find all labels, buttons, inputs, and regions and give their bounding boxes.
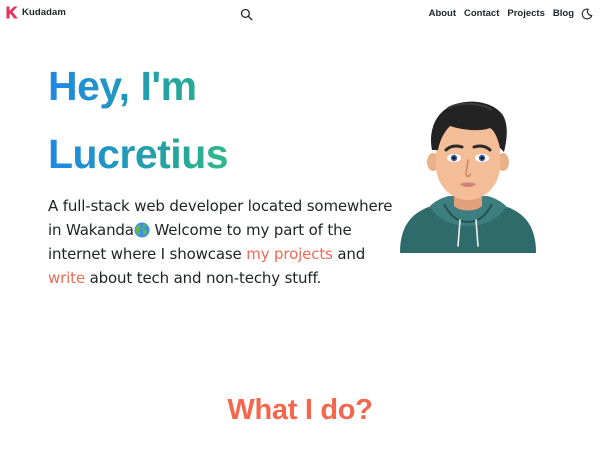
what-i-do-heading: What I do? <box>227 394 373 426</box>
intro-paragraph: A full-stack web developer located somew… <box>48 194 393 290</box>
brand-link[interactable]: Kudadam <box>6 6 66 19</box>
globe-icon <box>134 222 150 238</box>
projects-link[interactable]: my projects <box>246 245 333 263</box>
page: Kudadam About Contact Projects Blog Hey,… <box>0 0 600 450</box>
top-nav: Kudadam About Contact Projects Blog <box>0 0 600 28</box>
intro-text-3: and <box>332 245 366 263</box>
intro-text-4: about tech and non-techy stuff. <box>84 269 322 287</box>
nav-link-blog[interactable]: Blog <box>553 8 574 20</box>
hero-title-line2: Lucretius <box>48 131 229 177</box>
search-icon[interactable] <box>240 8 253 21</box>
hero-title-line1: Hey, I'm <box>48 63 197 109</box>
nav-link-contact[interactable]: Contact <box>464 8 499 20</box>
hero-title: Hey, I'm Lucretius <box>48 52 288 188</box>
nav-link-projects[interactable]: Projects <box>507 8 545 20</box>
write-link[interactable]: write <box>48 269 85 287</box>
brand-name: Kudadam <box>22 7 66 18</box>
k-logo-icon <box>6 6 18 19</box>
avatar <box>400 101 536 253</box>
nav-link-about[interactable]: About <box>429 8 456 20</box>
nav-links: About Contact Projects Blog <box>429 8 574 20</box>
moon-icon[interactable] <box>581 8 593 20</box>
